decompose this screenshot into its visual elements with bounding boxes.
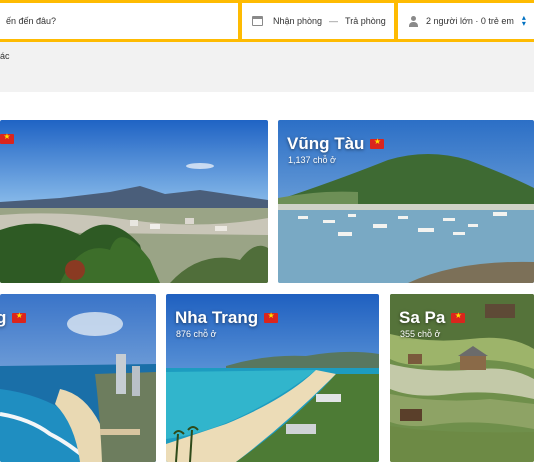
search-bar: Nhận phòng — Trả phòng 2 người lớn · 0 t…: [0, 0, 534, 42]
destination-name: Sa Pa: [399, 308, 466, 328]
destination-name: g: [0, 308, 27, 328]
date-separator: —: [329, 16, 339, 26]
destination-name: [0, 132, 14, 144]
checkout-label: Trả phòng: [345, 16, 386, 26]
filter-strip: ác: [0, 42, 534, 92]
property-count: 355 chỗ ở: [400, 329, 441, 339]
vietnam-flag-icon: [370, 137, 385, 149]
guests-summary: 2 người lớn · 0 trẻ em: [426, 16, 514, 26]
vietnam-flag-icon: [264, 311, 279, 323]
chevron-up-down-icon: ▴ ▾: [521, 13, 526, 28]
person-icon: [408, 15, 418, 27]
filter-strip-text: ác: [0, 51, 10, 61]
destination-photo: [0, 120, 268, 283]
destination-card-sapa[interactable]: Sa Pa 355 chỗ ở: [390, 294, 534, 462]
destination-name: Vũng Tàu: [287, 134, 385, 154]
guests-selector[interactable]: 2 người lớn · 0 trẻ em ▴ ▾: [398, 3, 534, 39]
property-count: 1,137 chỗ ở: [288, 155, 336, 165]
checkin-label: Nhận phòng: [273, 16, 323, 26]
date-picker[interactable]: Nhận phòng — Trả phòng: [242, 3, 394, 39]
property-count: 876 chỗ ở: [176, 329, 217, 339]
vietnam-flag-icon: [0, 132, 14, 144]
vietnam-flag-icon: [12, 311, 27, 323]
destination-card-danang[interactable]: g: [0, 294, 156, 462]
vietnam-flag-icon: [451, 311, 466, 323]
destination-field[interactable]: [0, 3, 238, 39]
destination-card-nhatrang[interactable]: Nha Trang 876 chỗ ở: [166, 294, 379, 462]
calendar-icon: [252, 16, 263, 26]
destination-name: Nha Trang: [175, 308, 279, 328]
destination-card-dalat[interactable]: [0, 120, 268, 283]
destination-card-vungtau[interactable]: Vũng Tàu 1,137 chỗ ở: [278, 120, 534, 283]
destination-input[interactable]: [6, 16, 226, 26]
